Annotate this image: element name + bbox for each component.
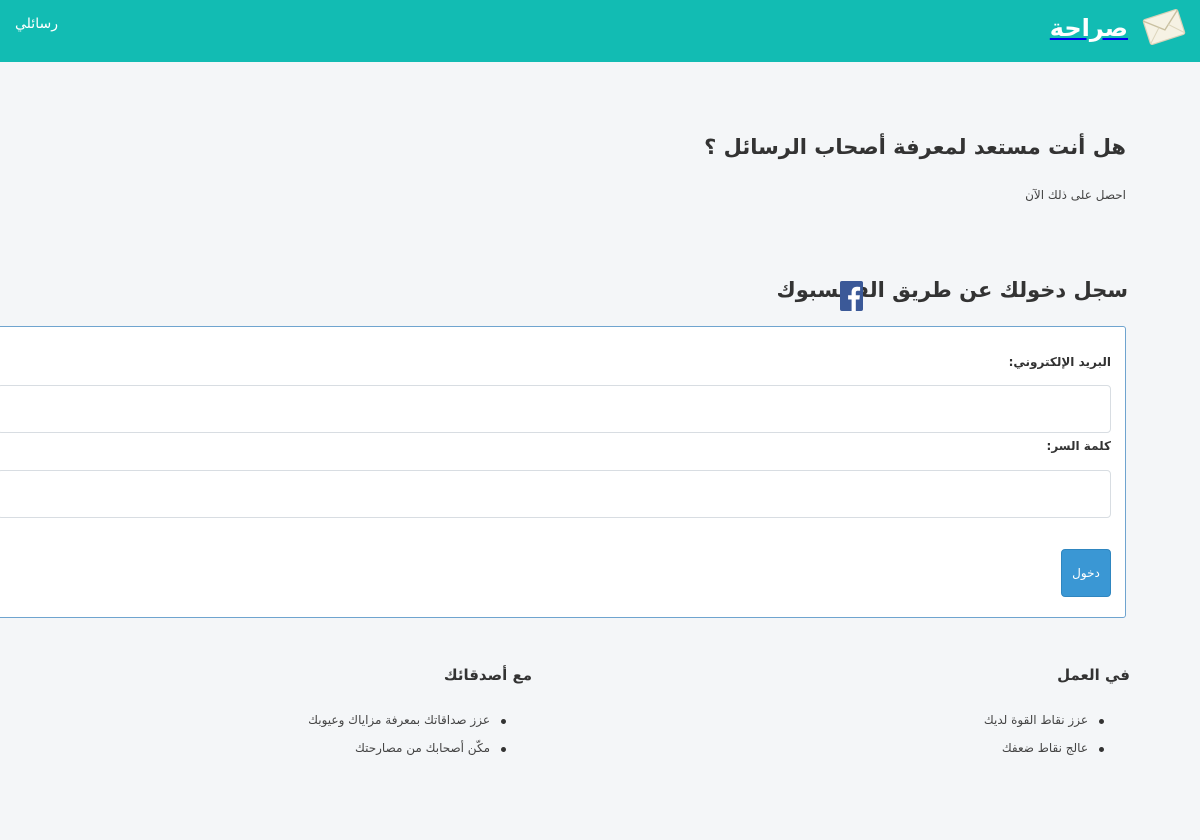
- facebook-icon[interactable]: [840, 281, 863, 311]
- friends-section-title: مع أصدقائك: [443, 666, 532, 684]
- top-navbar: صراحة رسائلي: [0, 0, 1200, 62]
- friends-list: عزز صداقاتك بمعرفة مزاياك وعيوبك مكّن أص…: [308, 713, 510, 769]
- login-form: البريد الإلكتروني: كلمة السر: دخول: [0, 326, 1126, 618]
- list-item: عزز صداقاتك بمعرفة مزاياك وعيوبك: [308, 713, 510, 727]
- email-field[interactable]: [0, 385, 1111, 433]
- password-field[interactable]: [0, 470, 1111, 518]
- email-label: البريد الإلكتروني:: [1008, 355, 1111, 369]
- my-messages-link[interactable]: رسائلي: [15, 16, 58, 32]
- hero-title: هل أنت مستعد لمعرفة أصحاب الرسائل ؟: [704, 135, 1126, 159]
- brand-name: صراحة: [1049, 14, 1128, 42]
- brand-link[interactable]: صراحة: [1049, 8, 1186, 46]
- envelope-icon: [1142, 8, 1186, 46]
- facebook-login-title: سجل دخولك عن طريق الفايسبوك: [776, 278, 1128, 302]
- password-label: كلمة السر:: [1046, 439, 1111, 453]
- work-list: عزز نقاط القوة لديك عالج نقاط ضعفك: [984, 713, 1108, 769]
- list-item: عزز نقاط القوة لديك: [984, 713, 1108, 727]
- list-item: مكّن أصحابك من مصارحتك: [308, 741, 510, 755]
- work-section-title: في العمل: [1057, 666, 1130, 684]
- login-button[interactable]: دخول: [1061, 549, 1111, 597]
- hero-subtitle: احصل على ذلك الآن: [1025, 188, 1126, 202]
- list-item: عالج نقاط ضعفك: [984, 741, 1108, 755]
